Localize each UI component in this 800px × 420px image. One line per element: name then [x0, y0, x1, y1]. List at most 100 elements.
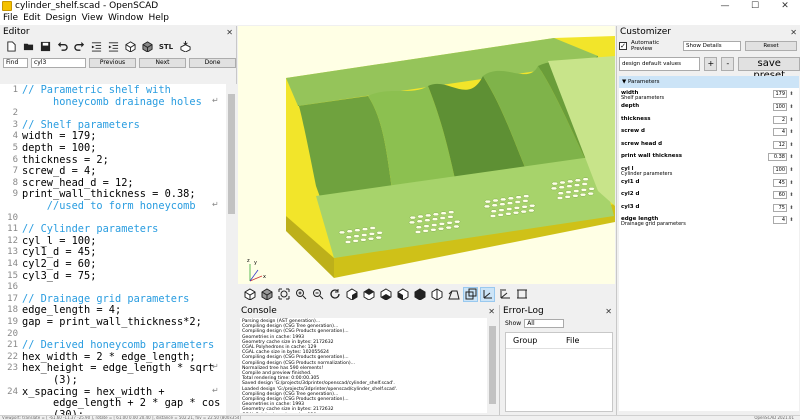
show-axes-icon[interactable]	[480, 286, 495, 302]
zoom-out-icon[interactable]	[310, 287, 325, 302]
code-line[interactable]: 19 gap = print_wall_thickness*2;	[0, 316, 225, 328]
show-scale-icon[interactable]	[497, 287, 512, 302]
code-line[interactable]: 5 depth = 100;	[0, 142, 225, 154]
spinner-arrows-icon[interactable]: ⬍	[788, 216, 795, 224]
zoom-in-icon[interactable]	[293, 287, 308, 302]
code-line[interactable]: 23 hex_height = edge_length * sqrt ↵	[0, 362, 225, 374]
menu-file[interactable]: File	[2, 12, 22, 25]
indent-icon[interactable]	[106, 40, 120, 53]
menu-help[interactable]: Help	[147, 12, 173, 25]
add-preset-button[interactable]: +	[704, 57, 718, 71]
parameter-group-header[interactable]: ▼ Parameters	[619, 76, 799, 88]
menu-design[interactable]: Design	[45, 12, 81, 25]
render-icon[interactable]	[259, 287, 274, 302]
preview-icon[interactable]	[123, 40, 137, 53]
menu-edit[interactable]: Edit	[22, 12, 44, 25]
editor-scrollbar-thumb[interactable]	[228, 94, 235, 214]
parameter-value-input[interactable]: 4	[773, 216, 787, 224]
close-window-button[interactable]: ✕	[770, 0, 800, 12]
show-edges-icon[interactable]	[514, 287, 529, 302]
parameter-value-input[interactable]: 60	[773, 191, 787, 199]
maximize-button[interactable]: ☐	[740, 0, 770, 12]
close-icon[interactable]: ✕	[605, 307, 612, 316]
close-icon[interactable]: ✕	[226, 28, 233, 37]
preset-select[interactable]: design default values	[619, 57, 701, 71]
parameter-value-input[interactable]: 100	[773, 165, 787, 174]
code-line[interactable]: 21 // Derived honeycomb parameters	[0, 339, 225, 351]
parameter-value-input[interactable]: 75	[773, 203, 787, 212]
save-icon[interactable]	[38, 40, 52, 53]
close-icon[interactable]: ✕	[790, 28, 797, 37]
menu-view[interactable]: View	[81, 12, 107, 25]
find-input[interactable]: cyl3	[31, 57, 86, 68]
spinner-arrows-icon[interactable]: ⬍	[788, 128, 795, 136]
menu-window[interactable]: Window	[107, 12, 148, 25]
view-top-icon[interactable]	[361, 287, 376, 302]
unindent-icon[interactable]	[89, 40, 103, 53]
automatic-preview-checkbox[interactable]: ✓	[619, 42, 627, 50]
code-line[interactable]: 13 cyl1_d = 45;	[0, 246, 225, 258]
view-left-icon[interactable]	[395, 287, 410, 302]
open-file-icon[interactable]	[21, 40, 35, 53]
send-to-print-icon[interactable]	[178, 40, 192, 53]
reset-button[interactable]: Reset	[745, 41, 797, 51]
console-scrollbar-thumb[interactable]	[489, 326, 496, 404]
3d-viewport[interactable]: y z x	[238, 26, 615, 284]
error-log-table[interactable]: Group File	[505, 332, 613, 412]
find-done-button[interactable]: Done	[189, 57, 236, 68]
column-file[interactable]: File	[559, 336, 612, 345]
code-line[interactable]: 3 // Shelf parameters	[0, 119, 225, 131]
code-line[interactable]: 9 print_wall_thickness = 0.38;	[0, 188, 225, 200]
view-back-icon[interactable]	[429, 287, 444, 302]
code-line[interactable]: 1 // Parametric shelf with	[0, 84, 225, 96]
minimize-button[interactable]: —	[710, 0, 740, 12]
code-line[interactable]: 10	[0, 212, 225, 224]
preview-icon[interactable]	[242, 287, 257, 302]
editor-scrollbar[interactable]	[226, 84, 237, 415]
code-line[interactable]: //used to form honeycomb ↵	[0, 200, 225, 212]
code-line[interactable]: 4 width = 179;	[0, 130, 225, 142]
spinner-arrows-icon[interactable]: ⬍	[788, 141, 795, 149]
parameter-value-input[interactable]: 12	[773, 140, 787, 149]
code-line[interactable]: (3);	[0, 374, 225, 386]
parameter-value-input[interactable]: 4	[773, 128, 787, 136]
spinner-arrows-icon[interactable]: ⬍	[788, 179, 795, 187]
code-line[interactable]: 11 // Cylinder parameters	[0, 223, 225, 235]
orthogonal-icon[interactable]	[463, 286, 478, 302]
perspective-icon[interactable]	[446, 287, 461, 302]
remove-preset-button[interactable]: -	[721, 57, 735, 71]
view-all-icon[interactable]	[276, 287, 291, 302]
code-line[interactable]: 6 thickness = 2;	[0, 154, 225, 166]
parameter-value-input[interactable]: 100	[773, 103, 787, 111]
find-mode-select[interactable]: Find	[3, 57, 28, 68]
code-line[interactable]: 8 screw_head_d = 12;	[0, 177, 225, 189]
code-line[interactable]: 24 x_spacing = hex_width + ↵	[0, 386, 225, 398]
console-scrollbar[interactable]	[488, 318, 497, 413]
find-next-button[interactable]: Next	[139, 57, 186, 68]
export-stl-icon[interactable]: STL	[157, 40, 175, 53]
code-line[interactable]: 15 cyl3_d = 75;	[0, 270, 225, 282]
redo-icon[interactable]	[72, 40, 86, 53]
code-line[interactable]: edge_length + 2 * gap * cos	[0, 397, 225, 409]
close-icon[interactable]: ✕	[488, 307, 495, 316]
code-line[interactable]: 16	[0, 281, 225, 293]
spinner-arrows-icon[interactable]: ⬍	[788, 204, 795, 212]
code-line[interactable]: 20	[0, 328, 225, 340]
column-group[interactable]: Group	[506, 336, 559, 345]
render-icon[interactable]	[140, 40, 154, 53]
spinner-arrows-icon[interactable]: ⬍	[788, 116, 795, 124]
reset-view-icon[interactable]	[327, 287, 342, 302]
spinner-arrows-icon[interactable]: ⬍	[788, 90, 795, 98]
code-line[interactable]: 12 cyl_l = 100;	[0, 235, 225, 247]
console-output[interactable]: Parsing design (AST generation)... Compil…	[240, 318, 487, 413]
code-line[interactable]: 18 edge_length = 4;	[0, 304, 225, 316]
view-right-icon[interactable]	[344, 287, 359, 302]
spinner-arrows-icon[interactable]: ⬍	[788, 153, 795, 161]
new-file-icon[interactable]	[4, 40, 18, 53]
spinner-arrows-icon[interactable]: ⬍	[788, 166, 795, 174]
code-line[interactable]: 2	[0, 107, 225, 119]
show-filter-select[interactable]: All	[524, 318, 565, 328]
show-details-select[interactable]: Show Details	[683, 41, 741, 51]
undo-icon[interactable]	[55, 40, 69, 53]
code-line[interactable]: honeycomb drainage holes ↵	[0, 96, 225, 108]
